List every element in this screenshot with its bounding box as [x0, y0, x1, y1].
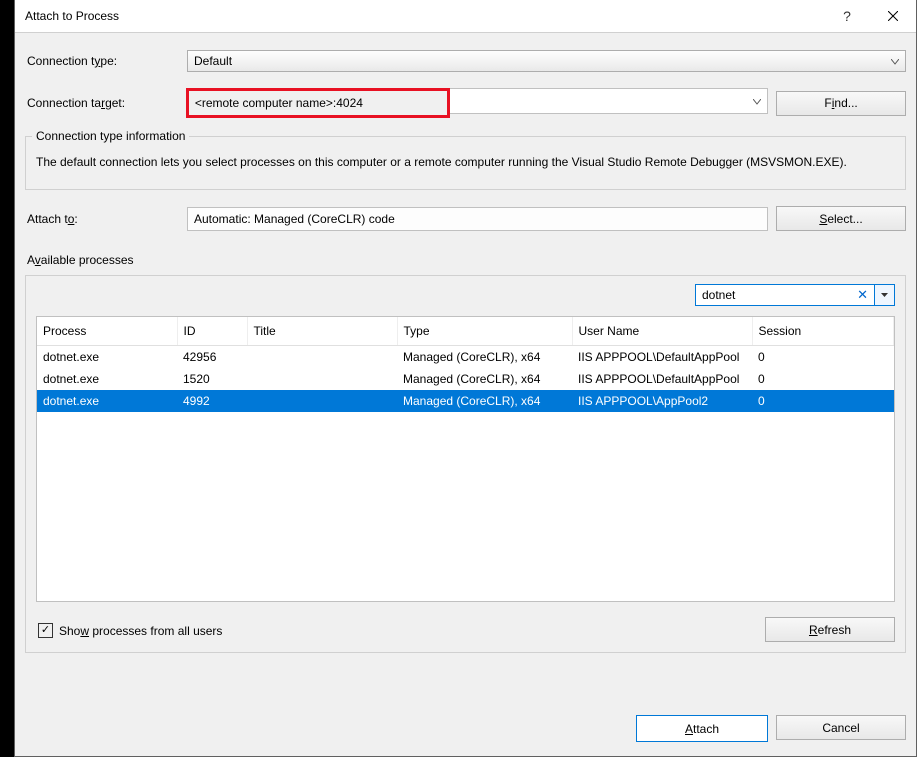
select-button[interactable]: Select...: [776, 206, 906, 231]
chevron-down-icon: [881, 293, 888, 297]
close-button[interactable]: [870, 0, 916, 32]
table-row[interactable]: dotnet.exe4992 Managed (CoreCLR), x64IIS …: [37, 390, 894, 412]
filter-value: dotnet: [702, 288, 735, 302]
attach-button[interactable]: Attach: [636, 715, 768, 742]
cell-title: [247, 368, 397, 390]
cell-id: 4992: [177, 390, 247, 412]
cell-user: IIS APPPOOL\DefaultAppPool: [572, 346, 752, 369]
col-type[interactable]: Type: [397, 317, 572, 346]
close-icon: [888, 11, 898, 21]
cell-title: [247, 390, 397, 412]
dialog-window: Attach to Process ? Connection type: Def…: [14, 0, 917, 757]
cell-session: 0: [752, 390, 894, 412]
show-all-users-label: Show processes from all users: [59, 624, 222, 638]
cancel-button[interactable]: Cancel: [776, 715, 906, 740]
col-process[interactable]: Process: [37, 317, 177, 346]
attach-to-row: Attach to: Automatic: Managed (CoreCLR) …: [15, 206, 916, 231]
table-row[interactable]: dotnet.exe1520 Managed (CoreCLR), x64IIS …: [37, 368, 894, 390]
cell-id: 1520: [177, 368, 247, 390]
table-row[interactable]: dotnet.exe42956 Managed (CoreCLR), x64IIS…: [37, 346, 894, 369]
connection-target-combo[interactable]: <remote computer name>:4024: [187, 88, 768, 118]
refresh-button[interactable]: Refresh: [765, 617, 895, 642]
filter-dropdown-button[interactable]: [875, 284, 895, 306]
attach-to-value: Automatic: Managed (CoreCLR) code: [187, 207, 768, 231]
filter-input[interactable]: dotnet ✕: [695, 284, 875, 306]
col-user[interactable]: User Name: [572, 317, 752, 346]
cell-process: dotnet.exe: [37, 390, 177, 412]
col-title[interactable]: Title: [247, 317, 397, 346]
filter-row: dotnet ✕: [695, 284, 895, 306]
dialog-buttons: Attach Cancel: [636, 715, 906, 742]
cell-title: [247, 346, 397, 369]
cell-user: IIS APPPOOL\DefaultAppPool: [572, 368, 752, 390]
connection-type-combo[interactable]: Default: [187, 50, 906, 72]
group-title: Connection type information: [32, 129, 189, 143]
connection-type-value: Default: [194, 54, 232, 68]
cell-user: IIS APPPOOL\AppPool2: [572, 390, 752, 412]
col-session[interactable]: Session: [752, 317, 894, 346]
cell-process: dotnet.exe: [37, 368, 177, 390]
connection-type-row: Connection type: Default: [15, 50, 916, 72]
cell-id: 42956: [177, 346, 247, 369]
cell-session: 0: [752, 346, 894, 369]
chevron-down-icon: [753, 94, 761, 108]
clear-filter-icon[interactable]: ✕: [857, 287, 870, 303]
process-grid[interactable]: Process ID Title Type User Name Session …: [36, 316, 895, 602]
group-text: The default connection lets you select p…: [36, 153, 895, 171]
find-button[interactable]: Find...: [776, 91, 906, 116]
connection-type-label: Connection type:: [25, 54, 187, 68]
connection-target-highlight: <remote computer name>:4024: [186, 88, 450, 118]
connection-target-row: Connection target: <remote computer name…: [15, 88, 916, 118]
attach-to-label: Attach to:: [25, 212, 187, 226]
checkbox-icon: ✓: [38, 623, 53, 638]
titlebar: Attach to Process ?: [15, 0, 916, 33]
connection-type-info-group: Connection type information The default …: [25, 136, 906, 190]
cell-process: dotnet.exe: [37, 346, 177, 369]
table-header-row: Process ID Title Type User Name Session: [37, 317, 894, 346]
chevron-down-icon: [891, 54, 899, 68]
connection-target-label: Connection target:: [25, 96, 187, 110]
cell-type: Managed (CoreCLR), x64: [397, 346, 572, 369]
connection-target-value: <remote computer name>:4024: [195, 96, 363, 110]
process-panel: dotnet ✕ Process ID: [25, 275, 906, 653]
col-id[interactable]: ID: [177, 317, 247, 346]
help-button[interactable]: ?: [824, 0, 870, 32]
cell-type: Managed (CoreCLR), x64: [397, 390, 572, 412]
cell-session: 0: [752, 368, 894, 390]
show-all-users-checkbox[interactable]: ✓ Show processes from all users: [38, 623, 222, 638]
window-title: Attach to Process: [15, 9, 119, 23]
available-processes-label: Available processes: [27, 253, 916, 267]
cell-type: Managed (CoreCLR), x64: [397, 368, 572, 390]
connection-target-rest: [450, 88, 768, 114]
